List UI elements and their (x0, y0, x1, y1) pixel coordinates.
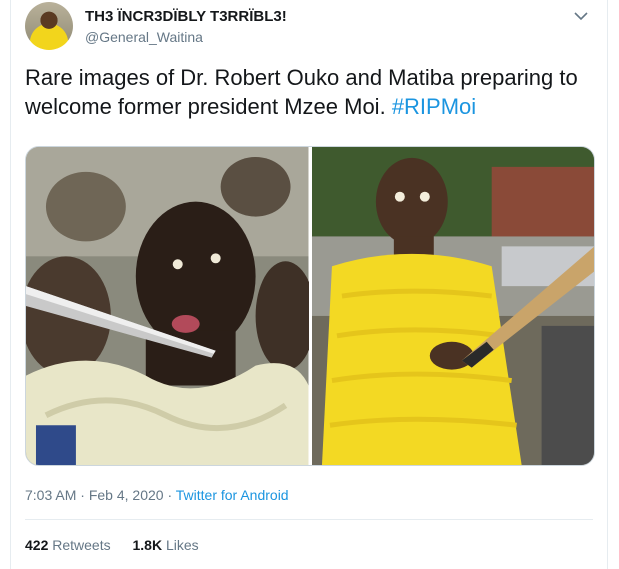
author-handle[interactable]: @General_Waitina (85, 29, 203, 45)
likes-stat[interactable]: 1.8K Likes (133, 537, 199, 553)
likes-count: 1.8K (132, 537, 163, 553)
likes-label: Likes (165, 537, 199, 553)
tweet-date[interactable]: Feb 4, 2020 (89, 487, 164, 503)
tweet-source[interactable]: Twitter for Android (176, 487, 289, 503)
chevron-down-icon[interactable] (569, 4, 593, 28)
author-name[interactable]: TH3 ÏNCR3DÏBLY T3RRÏBL3! (85, 8, 287, 25)
photo-right[interactable] (311, 147, 594, 465)
photo-left[interactable] (26, 147, 309, 465)
tweet-text: Rare images of Dr. Robert Ouko and Matib… (25, 63, 595, 121)
hashtag-link[interactable]: #RIPMoi (392, 94, 476, 119)
divider (25, 519, 593, 520)
photo-right-image (311, 147, 594, 465)
retweets-label: Retweets (52, 537, 111, 553)
photo-left-image (26, 147, 309, 465)
tweet-time[interactable]: 7:03 AM (25, 487, 76, 503)
tweet-stats: 422 Retweets 1.8K Likes (25, 537, 217, 553)
tweet-metadata: 7:03 AM · Feb 4, 2020 · Twitter for Andr… (25, 487, 289, 503)
retweets-stat[interactable]: 422 Retweets (25, 537, 111, 553)
tweet-body: Rare images of Dr. Robert Ouko and Matib… (25, 65, 578, 119)
avatar[interactable] (25, 2, 73, 50)
tweet-media[interactable] (25, 146, 595, 466)
retweets-count: 422 (25, 537, 49, 553)
meta-separator: · (167, 487, 173, 503)
tweet-header: TH3 ÏNCR3DÏBLY T3RRÏBL3! @General_Waitin… (25, 2, 593, 52)
meta-separator: · (80, 487, 85, 503)
tweet-card: TH3 ÏNCR3DÏBLY T3RRÏBL3! @General_Waitin… (10, 0, 608, 569)
